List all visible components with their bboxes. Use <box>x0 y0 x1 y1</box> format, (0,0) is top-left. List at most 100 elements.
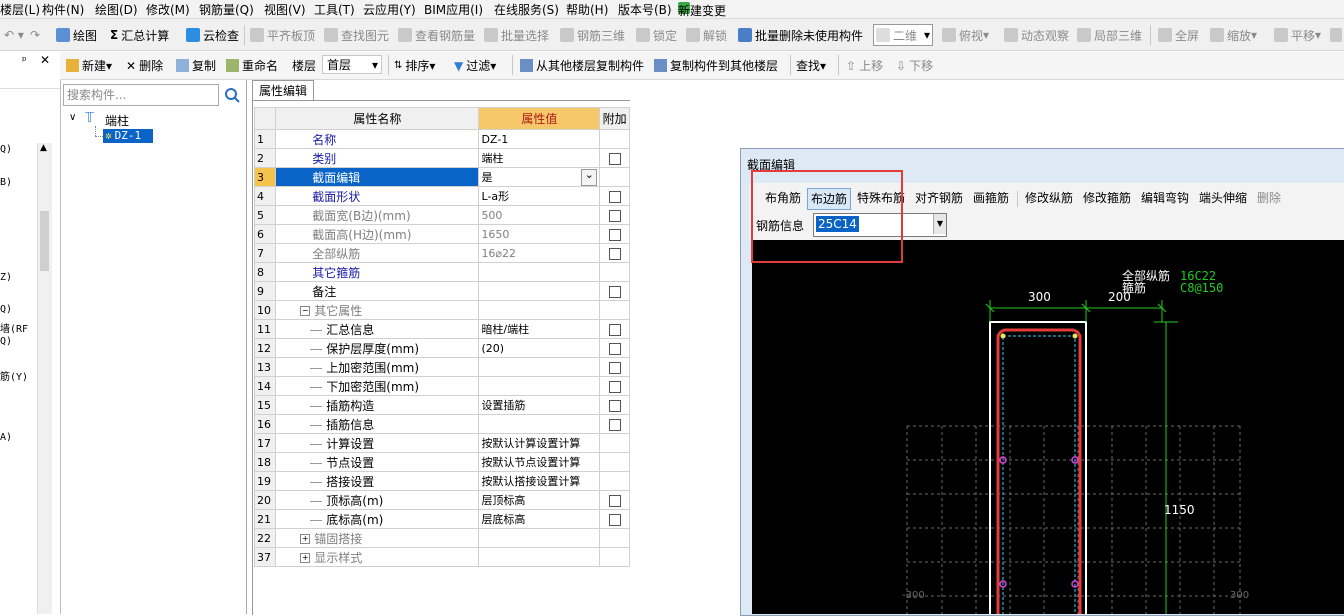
property-row[interactable]: 12 保护层厚度(mm) (20) <box>253 338 630 358</box>
property-value[interactable]: DZ-1 <box>478 129 601 149</box>
tree-child-node[interactable]: ✲ DZ-1 <box>103 129 153 143</box>
copy-to-floor-button[interactable]: 复制构件到其他楼层 <box>654 57 778 74</box>
delete-rebar-button[interactable]: 删除 <box>1257 188 1281 208</box>
property-value[interactable]: 是 ⌄ <box>478 167 601 187</box>
property-value[interactable] <box>478 547 601 567</box>
property-value[interactable]: L-a形 <box>478 186 601 206</box>
property-row[interactable]: 22 + 锚固搭接 <box>253 528 630 548</box>
menu-cloud[interactable]: 云应用(Y) <box>363 1 416 18</box>
left-scrollbar[interactable]: ▲ <box>37 143 52 614</box>
menu-new-change[interactable]: 新建变更 ▾ <box>678 1 726 18</box>
property-extra[interactable] <box>599 243 630 263</box>
property-value[interactable] <box>478 357 601 377</box>
move-down-button[interactable]: ⇩ 下移 <box>896 57 933 74</box>
property-value[interactable]: 1650 <box>478 224 601 244</box>
extra-checkbox[interactable] <box>608 380 621 393</box>
property-row[interactable]: 20 顶标高(m) 层顶标高 <box>253 490 630 510</box>
floor-select[interactable]: 首层 ▾ <box>322 55 382 74</box>
extra-checkbox[interactable] <box>608 342 621 355</box>
property-row[interactable]: 5 截面宽(B边)(mm) 500 <box>253 205 630 225</box>
property-row[interactable]: 21 底标高(m) 层底标高 <box>253 509 630 529</box>
collapse-icon[interactable]: − <box>300 306 311 316</box>
extra-checkbox[interactable] <box>608 190 621 203</box>
extra-checkbox[interactable] <box>608 152 621 165</box>
property-extra[interactable] <box>599 490 630 510</box>
property-value[interactable] <box>478 300 601 320</box>
menu-draw[interactable]: 绘图(D) <box>95 1 138 18</box>
rebar-3d-button[interactable]: 钢筋三维 <box>560 26 625 44</box>
property-row[interactable]: 15 插筋构造 设置插筋 <box>253 395 630 415</box>
edit-hook-button[interactable]: 编辑弯钩 <box>1141 188 1189 208</box>
property-row[interactable]: 3 截面编辑是 ⌄ <box>253 167 630 187</box>
cloud-check-button[interactable]: 云检查 <box>186 26 239 44</box>
draw-button[interactable]: 绘图 <box>56 26 97 44</box>
property-extra[interactable] <box>599 376 630 396</box>
menu-bim[interactable]: BIM应用(I) <box>424 1 483 18</box>
property-value[interactable]: 16⌀22 <box>478 243 601 263</box>
scroll-up-icon[interactable]: ▲ <box>40 143 47 153</box>
menu-floor[interactable]: 楼层(L) <box>0 1 40 18</box>
menu-rebar-qty[interactable]: 钢筋量(Q) <box>199 1 254 18</box>
lock-button[interactable]: 锁定 <box>636 26 677 44</box>
property-row[interactable]: 17 计算设置 按默认计算设置计算 <box>253 433 630 453</box>
extra-checkbox[interactable] <box>608 513 621 526</box>
extra-checkbox[interactable] <box>608 361 621 374</box>
end-stretch-button[interactable]: 端头伸缩 <box>1199 188 1247 208</box>
property-row[interactable]: 6 截面高(H边)(mm) 1650 <box>253 224 630 244</box>
property-row[interactable]: 7 全部纵筋 16⌀22 <box>253 243 630 263</box>
modify-stirrup-button[interactable]: 修改箍筋 <box>1083 188 1131 208</box>
menu-modify[interactable]: 修改(M) <box>146 1 190 18</box>
modify-long-rebar-button[interactable]: 修改纵筋 <box>1025 188 1073 208</box>
menu-view[interactable]: 视图(V) <box>264 1 306 18</box>
property-row[interactable]: 16 插筋信息 <box>253 414 630 434</box>
zoom-button[interactable]: 缩放 ▾ <box>1210 26 1257 44</box>
view-rebar-qty-button[interactable]: 查看钢筋量 <box>398 26 475 44</box>
property-row[interactable]: 13 上加密范围(mm) <box>253 357 630 377</box>
expand-icon[interactable]: + <box>300 534 311 544</box>
filter-button[interactable]: ▼ 过滤 ▾ <box>454 57 496 74</box>
property-value[interactable] <box>478 281 601 301</box>
pin-icon[interactable]: ᵖ <box>22 54 27 67</box>
chevron-down-icon[interactable]: ▼ <box>933 214 946 234</box>
align-rebar-button[interactable]: 对齐钢筋 <box>915 188 963 208</box>
property-row[interactable]: 10− 其它属性 <box>253 300 630 320</box>
property-row[interactable]: 1 名称 DZ-1 <box>253 129 630 149</box>
expand-icon[interactable]: + <box>300 553 311 563</box>
property-row[interactable]: 4 截面形状 L-a形 <box>253 186 630 206</box>
component-search-input[interactable]: 搜索构件... <box>63 84 219 106</box>
sort-button[interactable]: ⇅ 排序 ▾ <box>394 57 435 74</box>
chevron-down-icon[interactable]: ⌄ <box>581 169 598 186</box>
property-extra[interactable] <box>599 224 630 244</box>
summary-calc-button[interactable]: Σ 汇总计算 <box>110 26 169 44</box>
property-value[interactable]: 设置插筋 <box>478 395 601 415</box>
property-row[interactable]: 19 搭接设置 按默认搭接设置计算 <box>253 471 630 491</box>
search-button[interactable] <box>221 84 243 106</box>
extra-checkbox[interactable] <box>608 209 621 222</box>
property-value[interactable] <box>478 262 601 282</box>
property-value[interactable]: 层底标高 <box>478 509 601 529</box>
property-extra[interactable] <box>599 338 630 358</box>
view-mode-select[interactable]: 二维 ▾ <box>873 24 933 46</box>
find-drawing-button[interactable]: 查找图元 <box>324 26 389 44</box>
pan-button[interactable]: 平移 ▾ <box>1274 26 1321 44</box>
property-value[interactable]: 暗柱/端柱 <box>478 319 601 339</box>
extra-checkbox[interactable] <box>608 418 621 431</box>
delete-button[interactable]: ✕ 删除 <box>126 57 163 74</box>
redo-button[interactable]: ↷ <box>30 26 40 44</box>
property-row[interactable]: 8 其它箍筋 <box>253 262 630 282</box>
section-canvas[interactable]: 全部纵筋 箍筋 16C22 C8@150 300 200 1150 -300 3… <box>752 240 1344 614</box>
property-value[interactable]: 500 <box>478 205 601 225</box>
property-value[interactable] <box>478 414 601 434</box>
menu-component[interactable]: 构件(N) <box>42 1 84 18</box>
copy-from-floor-button[interactable]: 从其他楼层复制构件 <box>520 57 644 74</box>
local-3d-button[interactable]: 局部三维 <box>1077 26 1142 44</box>
undo-button[interactable]: ↶ ▾ <box>4 26 24 44</box>
move-up-button[interactable]: ⇧ 上移 <box>846 57 883 74</box>
menu-online[interactable]: 在线服务(S) <box>494 1 559 18</box>
property-value[interactable]: 按默认搭接设置计算 <box>478 471 601 491</box>
close-icon[interactable]: ✕ <box>40 53 50 67</box>
property-row[interactable]: 2 类别 端柱 <box>253 148 630 168</box>
property-value[interactable]: 按默认节点设置计算 <box>478 452 601 472</box>
property-value[interactable]: 按默认计算设置计算 <box>478 433 601 453</box>
extra-checkbox[interactable] <box>608 323 621 336</box>
